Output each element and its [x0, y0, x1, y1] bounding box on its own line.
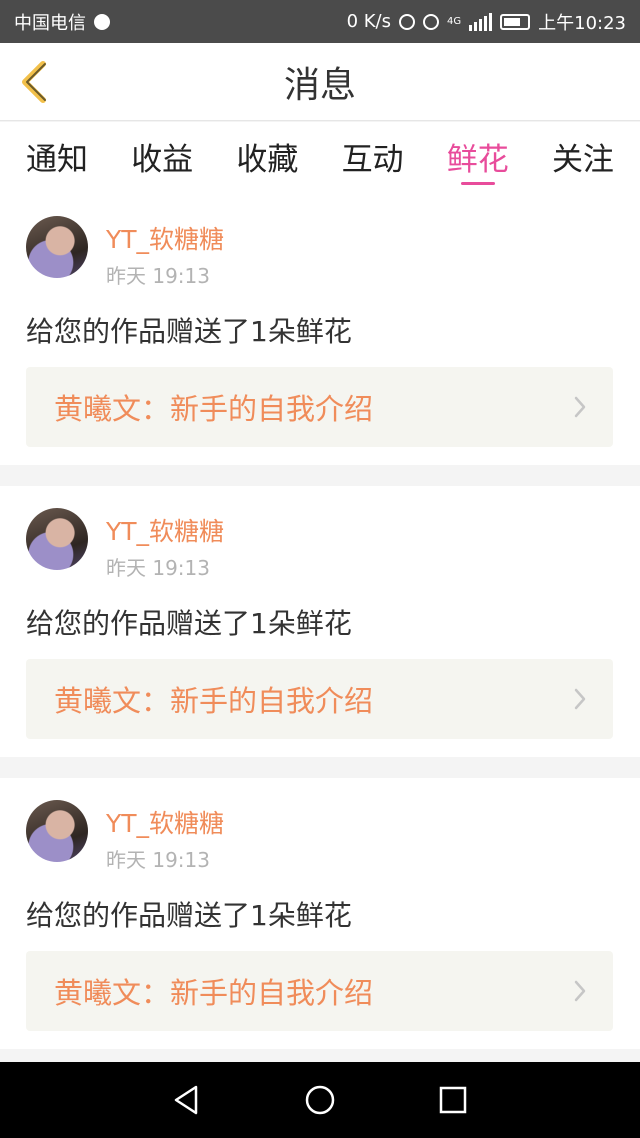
triangle-back-icon — [174, 1085, 197, 1115]
username[interactable]: YT_软糖糖 — [106, 804, 224, 840]
chevron-left-icon — [22, 61, 46, 103]
avatar[interactable] — [26, 800, 88, 862]
timestamp: 昨天 19:13 — [106, 264, 210, 288]
chevron-right-icon — [573, 393, 589, 421]
chevron-right-icon — [573, 685, 589, 713]
square-recent-icon — [440, 1086, 467, 1114]
work-title: 黄曦文：新手的自我介绍 — [54, 684, 374, 718]
status-bar: 中国电信 0 K/s 4G 上午10:23 — [0, 0, 640, 43]
back-button[interactable] — [14, 59, 54, 105]
work-title: 黄曦文：新手的自我介绍 — [54, 976, 374, 1010]
location-icon — [94, 13, 110, 30]
network-type: 4G — [447, 16, 462, 27]
status-left: 中国电信 — [14, 9, 110, 35]
signal-icon — [469, 12, 493, 31]
tab-follow[interactable]: 关注 — [552, 122, 614, 194]
message-text: 给您的作品赠送了1朵鲜花 — [26, 315, 352, 348]
tab-notice[interactable]: 通知 — [26, 122, 88, 194]
nav-home-button[interactable] — [300, 1080, 340, 1120]
work-link[interactable]: 黄曦文：新手的自我介绍 — [26, 951, 613, 1031]
avatar[interactable] — [26, 508, 88, 570]
username[interactable]: YT_软糖糖 — [106, 512, 224, 548]
work-link[interactable]: 黄曦文：新手的自我介绍 — [26, 367, 613, 447]
headphone-icon — [399, 13, 415, 30]
tab-favorites[interactable]: 收藏 — [236, 122, 298, 194]
title-bar: 消息 — [0, 43, 640, 121]
message-text: 给您的作品赠送了1朵鲜花 — [26, 899, 352, 932]
network-speed: 0 K/s — [346, 11, 391, 32]
work-link[interactable]: 黄曦文：新手的自我介绍 — [26, 659, 613, 739]
carrier-label: 中国电信 — [14, 12, 86, 34]
circle-home-icon — [305, 1085, 335, 1115]
nav-back-button[interactable] — [167, 1080, 207, 1120]
avatar[interactable] — [26, 216, 88, 278]
nav-recent-button[interactable] — [433, 1080, 473, 1120]
battery-icon — [500, 13, 531, 30]
vpn-icon — [423, 13, 439, 30]
tab-flowers[interactable]: 鲜花 — [447, 122, 509, 194]
timestamp: 昨天 19:13 — [106, 848, 210, 872]
system-nav-bar — [0, 1062, 640, 1138]
message-card: YT_软糖糖 昨天 19:13 给您的作品赠送了1朵鲜花 黄曦文：新手的自我介绍 — [0, 194, 640, 465]
page-title: 消息 — [283, 64, 356, 106]
tab-bar: 通知 收益 收藏 互动 鲜花 关注 — [0, 122, 640, 194]
username[interactable]: YT_软糖糖 — [106, 220, 224, 256]
timestamp: 昨天 19:13 — [106, 556, 210, 580]
tab-income[interactable]: 收益 — [131, 122, 193, 194]
work-title: 黄曦文：新手的自我介绍 — [54, 392, 374, 426]
message-card: YT_软糖糖 昨天 19:13 给您的作品赠送了1朵鲜花 黄曦文：新手的自我介绍 — [0, 486, 640, 757]
message-list: YT_软糖糖 昨天 19:13 给您的作品赠送了1朵鲜花 黄曦文：新手的自我介绍… — [0, 194, 640, 1070]
message-text: 给您的作品赠送了1朵鲜花 — [26, 607, 352, 640]
tab-interaction[interactable]: 互动 — [342, 122, 404, 194]
clock: 上午10:23 — [538, 12, 626, 34]
chevron-right-icon — [573, 977, 589, 1005]
message-card: YT_软糖糖 昨天 19:13 给您的作品赠送了1朵鲜花 黄曦文：新手的自我介绍 — [0, 778, 640, 1049]
status-right: 0 K/s 4G 上午10:23 — [347, 9, 626, 35]
